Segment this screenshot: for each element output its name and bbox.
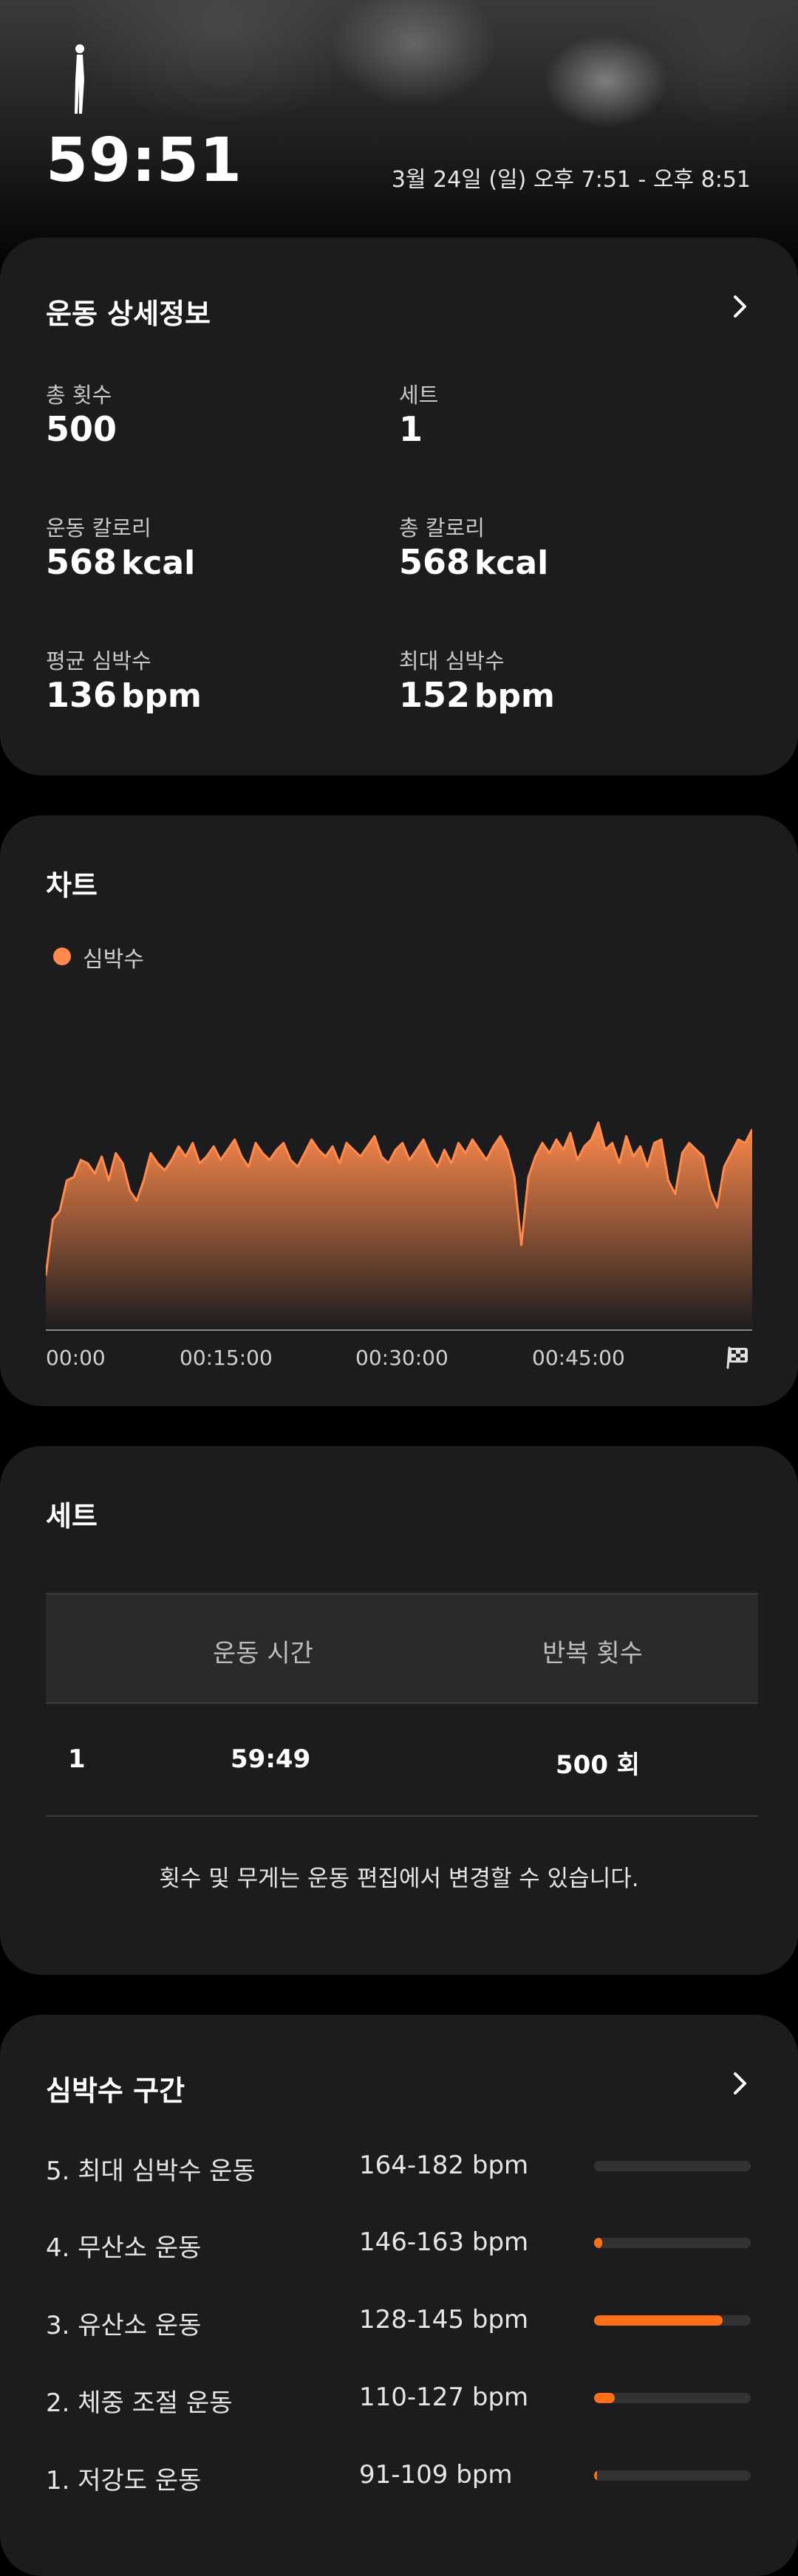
zone-name: 3. 유산소 운동 — [46, 2311, 202, 2340]
stat-label-sets: 세트 — [399, 383, 439, 408]
x-tick-label: 00:30:00 — [355, 1346, 449, 1370]
zone-bar-fill — [594, 2238, 602, 2248]
stat-label-total-reps: 총 횟수 — [46, 383, 112, 408]
x-tick-label: 00:00 — [46, 1346, 106, 1370]
stat-value-avg-heart-rate: 136 bpm — [46, 675, 202, 715]
chart-title: 차트 — [46, 869, 98, 902]
zone-bar — [594, 2238, 751, 2248]
chevron-right-icon[interactable] — [727, 294, 752, 319]
sets-card: 세트 — [0, 1446, 798, 1975]
legend-label: 심박수 — [83, 947, 144, 973]
sets-title: 세트 — [46, 1500, 98, 1532]
zone-name: 5. 최대 심박수 운동 — [46, 2157, 256, 2186]
heart-rate-chart — [46, 1121, 752, 1331]
zone-range: 91-109 bpm — [359, 2460, 513, 2490]
header-reps: 반복 횟수 — [542, 1639, 643, 1668]
zone-bar — [594, 2161, 751, 2171]
stat-value-total-reps: 500 — [46, 409, 117, 449]
workout-details-card[interactable]: 운동 상세정보 총 횟수 500 세트 1 운동 칼로리 568 kcal 총 칼… — [0, 238, 798, 775]
set-reps: 500 회 — [556, 1750, 641, 1780]
zone-bar — [594, 2315, 751, 2326]
zone-range: 128-145 bpm — [359, 2305, 529, 2334]
zones-title: 심박수 구간 — [46, 2075, 185, 2107]
workout-figure-icon — [75, 44, 84, 114]
stat-value-workout-calories: 568 kcal — [46, 542, 196, 582]
set-index: 1 — [68, 1744, 86, 1774]
stat-label-max-heart-rate: 최대 심박수 — [399, 648, 505, 674]
zone-bar-fill — [594, 2315, 723, 2326]
workout-date-range: 3월 24일 (일) 오후 7:51 - 오후 8:51 — [391, 167, 751, 193]
zone-name: 1. 저강도 운동 — [46, 2466, 202, 2496]
legend-dot — [53, 948, 71, 965]
zone-name: 2. 체중 조절 운동 — [46, 2388, 233, 2418]
zone-name: 4. 무산소 운동 — [46, 2233, 202, 2263]
details-title: 운동 상세정보 — [46, 298, 211, 330]
zone-bar — [594, 2393, 751, 2403]
set-time: 59:49 — [231, 1744, 311, 1774]
zone-range: 164-182 bpm — [359, 2151, 529, 2180]
zone-bar-fill — [594, 2393, 615, 2403]
zone-range: 146-163 bpm — [359, 2227, 529, 2257]
zone-bar — [594, 2470, 751, 2481]
stat-value-total-calories: 568 kcal — [399, 542, 549, 582]
header-workout-time: 운동 시간 — [213, 1639, 313, 1668]
zone-range: 110-127 bpm — [359, 2383, 529, 2412]
stat-value-max-heart-rate: 152 bpm — [399, 675, 555, 715]
stat-value-sets: 1 — [399, 409, 423, 449]
sets-edit-note: 횟수 및 무게는 운동 편집에서 변경할 수 있습니다. — [159, 1866, 639, 1892]
stat-label-total-calories: 총 칼로리 — [399, 515, 485, 541]
sets-table-header: 운동 시간 반복 횟수 — [46, 1593, 758, 1704]
x-tick-label: 00:15:00 — [180, 1346, 273, 1370]
chevron-right-icon[interactable] — [727, 2071, 752, 2096]
table-divider — [46, 1815, 758, 1817]
workout-duration: 59:51 — [46, 126, 243, 196]
stat-label-avg-heart-rate: 평균 심박수 — [46, 648, 151, 674]
stat-label-workout-calories: 운동 칼로리 — [46, 515, 151, 541]
x-tick-label: 00:45:00 — [532, 1346, 625, 1370]
finish-flag-icon — [726, 1346, 748, 1369]
